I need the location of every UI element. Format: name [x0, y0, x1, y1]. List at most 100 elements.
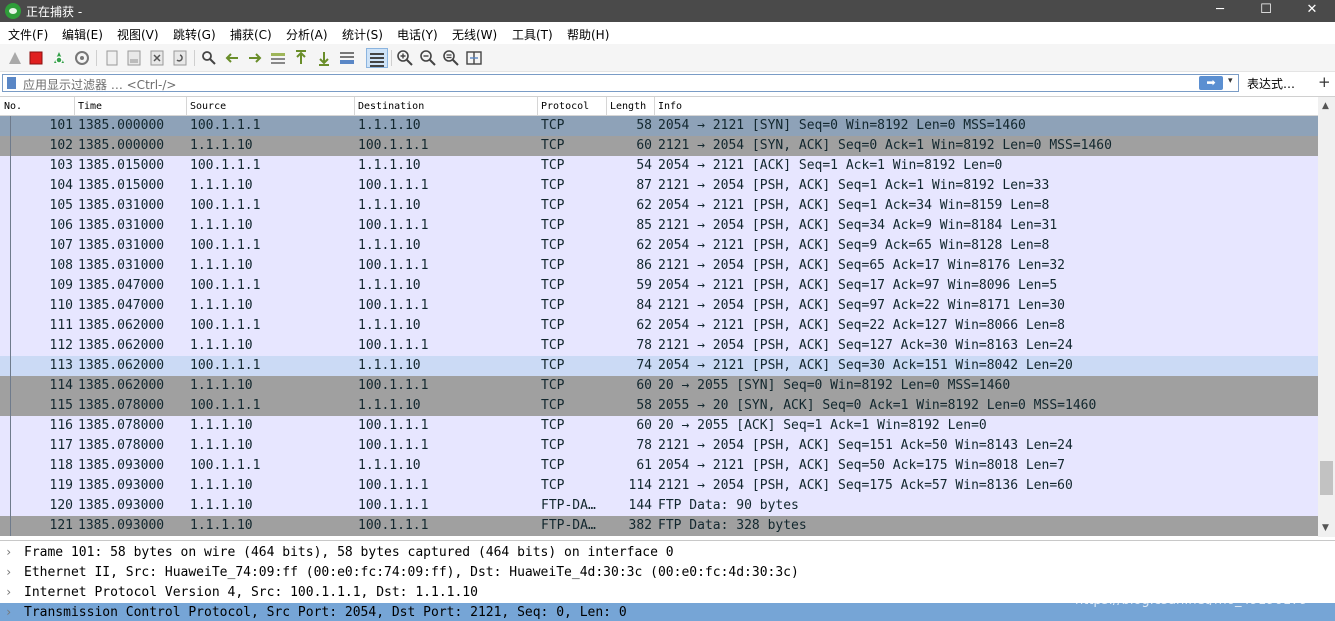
packet-proto-cell: TCP: [541, 438, 565, 453]
column-header-destination[interactable]: Destination: [358, 101, 424, 112]
menu-help[interactable]: 帮助(H): [567, 26, 609, 43]
packet-row[interactable]: 116 1385.078000 1.1.1.10 100.1.1.1 TCP 60 20 →…: [0, 416, 1318, 436]
packet-proto-cell: TCP: [541, 478, 565, 493]
packet-row[interactable]: 109 1385.047000 100.1.1.1 1.1.1.10 TCP 59 2054…: [0, 276, 1318, 296]
scroll-thumb[interactable]: [1320, 461, 1333, 495]
packet-row[interactable]: 106 1385.031000 1.1.1.10 100.1.1.1 TCP 85 2121…: [0, 216, 1318, 236]
expand-chevron-icon[interactable]: ›: [5, 585, 12, 599]
menu-tools[interactable]: 工具(T): [512, 26, 553, 43]
go-last-packet-icon[interactable]: [315, 49, 333, 67]
menu-analyze[interactable]: 分析(A): [286, 26, 328, 43]
zoom-out-icon[interactable]: [419, 49, 437, 67]
menu-telephony[interactable]: 电话(Y): [397, 26, 438, 43]
expand-chevron-icon[interactable]: ›: [5, 565, 12, 579]
packet-proto-cell: FTP-DA…: [541, 518, 596, 533]
close-button[interactable]: ✕: [1289, 0, 1335, 22]
go-forward-icon[interactable]: [246, 49, 264, 67]
column-header-source[interactable]: Source: [190, 101, 226, 112]
packet-dst-cell: 1.1.1.10: [358, 238, 421, 253]
packet-row[interactable]: 103 1385.015000 100.1.1.1 1.1.1.10 TCP 54 2054…: [0, 156, 1318, 176]
save-file-icon[interactable]: [125, 49, 143, 67]
scroll-down-icon[interactable]: ▼: [1322, 523, 1329, 533]
menu-edit[interactable]: 编辑(E): [62, 26, 103, 43]
detail-tree-item[interactable]: › Ethernet II, Src: HuaweiTe_74:09:ff (00…: [0, 563, 1335, 583]
expand-chevron-icon[interactable]: ›: [5, 605, 12, 619]
menu-wireless[interactable]: 无线(W): [452, 26, 497, 43]
packet-proto-cell: TCP: [541, 378, 565, 393]
packet-row[interactable]: 117 1385.078000 1.1.1.10 100.1.1.1 TCP 78 2121…: [0, 436, 1318, 456]
column-header-length[interactable]: Length: [610, 101, 646, 112]
packet-row[interactable]: 119 1385.093000 1.1.1.10 100.1.1.1 TCP 114 212…: [0, 476, 1318, 496]
capture-options-icon[interactable]: [73, 49, 91, 67]
column-header-time[interactable]: Time: [78, 101, 102, 112]
filter-dropdown-icon[interactable]: ▾: [1228, 76, 1233, 86]
packet-row[interactable]: 111 1385.062000 100.1.1.1 1.1.1.10 TCP 62 2054…: [0, 316, 1318, 336]
maximize-button[interactable]: ☐: [1243, 0, 1289, 22]
packet-row[interactable]: 115 1385.078000 100.1.1.1 1.1.1.10 TCP 58 2055…: [0, 396, 1318, 416]
wireshark-app-icon: [5, 3, 21, 19]
packet-row[interactable]: 102 1385.000000 1.1.1.10 100.1.1.1 TCP 60 2121…: [0, 136, 1318, 156]
packet-row[interactable]: 107 1385.031000 100.1.1.1 1.1.1.10 TCP 62 2054…: [0, 236, 1318, 256]
expand-chevron-icon[interactable]: ›: [5, 545, 12, 559]
stop-capture-icon[interactable]: [27, 49, 45, 67]
restart-capture-icon[interactable]: [50, 49, 68, 67]
packet-row[interactable]: 114 1385.062000 1.1.1.10 100.1.1.1 TCP 60 20 →…: [0, 376, 1318, 396]
packet-info-cell: FTP Data: 328 bytes: [658, 518, 807, 533]
packet-len-cell: 59: [636, 278, 652, 293]
packet-row[interactable]: 104 1385.015000 1.1.1.10 100.1.1.1 TCP 87 2121…: [0, 176, 1318, 196]
resize-columns-icon[interactable]: [465, 49, 483, 67]
packet-proto-cell: TCP: [541, 358, 565, 373]
minimize-button[interactable]: ─: [1197, 0, 1243, 22]
menu-file[interactable]: 文件(F): [8, 26, 48, 43]
packet-row[interactable]: 118 1385.093000 100.1.1.1 1.1.1.10 TCP 61 2054…: [0, 456, 1318, 476]
menu-capture[interactable]: 捕获(C): [230, 26, 272, 43]
open-file-icon[interactable]: [103, 49, 121, 67]
packet-info-cell: 20 → 2055 [SYN] Seq=0 Win=8192 Len=0 MSS…: [658, 378, 1011, 393]
auto-scroll-icon[interactable]: [338, 49, 356, 67]
detail-tree-item[interactable]: › Frame 101: 58 bytes on wire (464 bits),…: [0, 543, 1335, 563]
menu-statistics[interactable]: 统计(S): [342, 26, 383, 43]
packet-row[interactable]: 113 1385.062000 100.1.1.1 1.1.1.10 TCP 74 2054…: [0, 356, 1318, 376]
packet-row[interactable]: 121 1385.093000 1.1.1.10 100.1.1.1 FTP-DA… 38…: [0, 516, 1318, 536]
packet-info-cell: 2054 → 2121 [PSH, ACK] Seq=50 Ack=175 Wi…: [658, 458, 1065, 473]
packet-row[interactable]: 110 1385.047000 1.1.1.10 100.1.1.1 TCP 84 2121…: [0, 296, 1318, 316]
packet-row[interactable]: 108 1385.031000 1.1.1.10 100.1.1.1 TCP 86 2121…: [0, 256, 1318, 276]
display-filter-input[interactable]: 应用显示过滤器 … <Ctrl-/> ➡ ▾: [2, 74, 1239, 92]
packet-time-cell: 1385.078000: [78, 438, 165, 453]
go-first-packet-icon[interactable]: [292, 49, 310, 67]
column-header-protocol[interactable]: Protocol: [541, 101, 589, 112]
packet-row[interactable]: 101 1385.000000 100.1.1.1 1.1.1.10 TCP 58 2054…: [0, 116, 1318, 136]
packet-dst-cell: 100.1.1.1: [358, 138, 429, 153]
packet-list-scrollbar[interactable]: ▲ ▼: [1318, 97, 1335, 537]
close-file-icon[interactable]: [148, 49, 166, 67]
packet-dst-cell: 100.1.1.1: [358, 438, 429, 453]
packet-info-cell: 2055 → 20 [SYN, ACK] Seq=0 Ack=1 Win=819…: [658, 398, 1097, 413]
zoom-in-icon[interactable]: [396, 49, 414, 67]
add-filter-button[interactable]: +: [1318, 73, 1331, 91]
packet-len-cell: 62: [636, 238, 652, 253]
find-packet-icon[interactable]: [200, 49, 218, 67]
packet-time-cell: 1385.062000: [78, 358, 165, 373]
colorize-list-icon[interactable]: [366, 48, 388, 68]
packet-no-cell: 118: [49, 458, 73, 473]
reload-file-icon[interactable]: [171, 49, 189, 67]
apply-filter-arrow-icon[interactable]: ➡: [1199, 76, 1223, 90]
go-back-icon[interactable]: [223, 49, 241, 67]
detail-text: Internet Protocol Version 4, Src: 100.1.…: [24, 585, 478, 600]
expression-button[interactable]: 表达式…: [1247, 75, 1295, 92]
packet-row[interactable]: 112 1385.062000 1.1.1.10 100.1.1.1 TCP 78 2121…: [0, 336, 1318, 356]
scroll-up-icon[interactable]: ▲: [1322, 101, 1329, 111]
menu-view[interactable]: 视图(V): [117, 26, 159, 43]
packet-row[interactable]: 120 1385.093000 1.1.1.10 100.1.1.1 FTP-DA… 14…: [0, 496, 1318, 516]
go-to-packet-icon[interactable]: [269, 49, 287, 67]
packet-len-cell: 62: [636, 198, 652, 213]
bookmark-icon[interactable]: [7, 77, 16, 89]
packet-src-cell: 1.1.1.10: [190, 478, 253, 493]
menu-go[interactable]: 跳转(G): [173, 26, 216, 43]
start-capture-fin-icon[interactable]: [6, 49, 24, 67]
column-header-no[interactable]: No.: [4, 101, 22, 112]
column-header-info[interactable]: Info: [658, 101, 682, 112]
packet-info-cell: FTP Data: 90 bytes: [658, 498, 799, 513]
packet-row[interactable]: 105 1385.031000 100.1.1.1 1.1.1.10 TCP 62 2054…: [0, 196, 1318, 216]
zoom-normal-icon[interactable]: [442, 49, 460, 67]
